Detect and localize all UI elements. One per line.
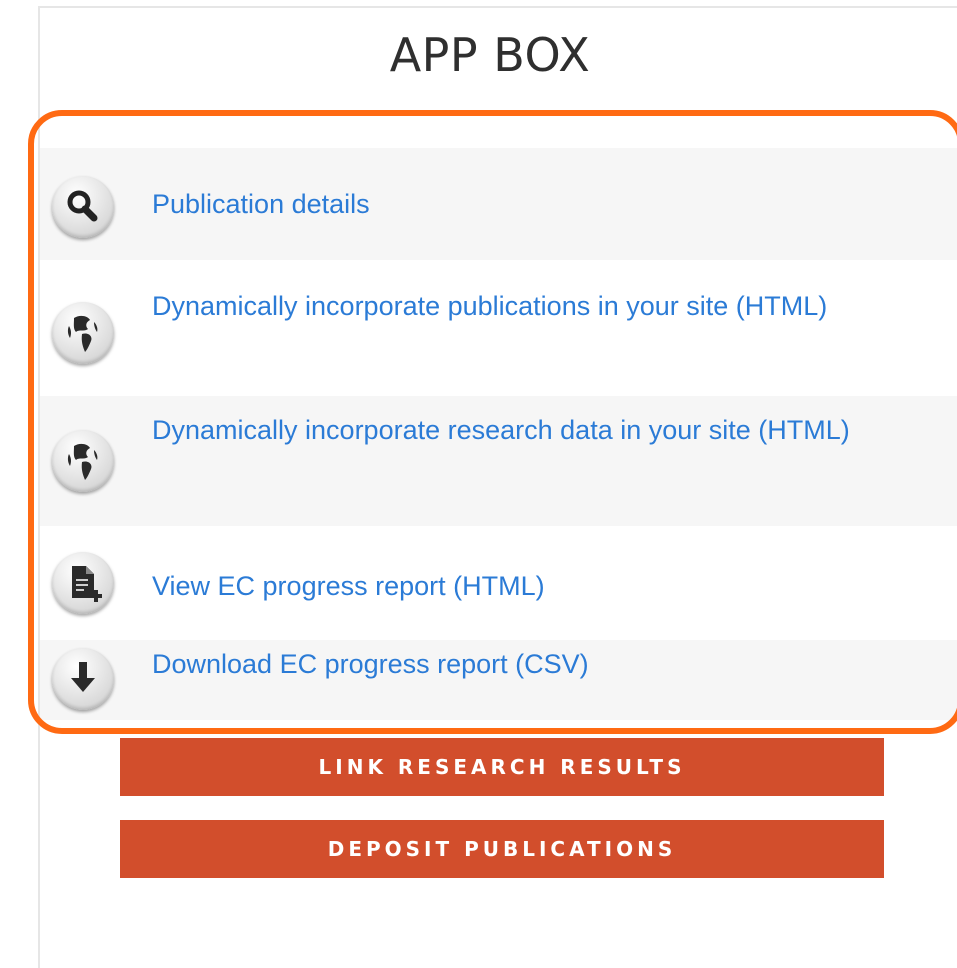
globe-icon[interactable] bbox=[52, 302, 114, 364]
download-arrow-icon[interactable] bbox=[52, 648, 114, 710]
link-research-results-button[interactable]: LINK RESEARCH RESULTS bbox=[120, 738, 884, 796]
add-document-icon[interactable] bbox=[52, 552, 114, 614]
app-item-view-progress-report[interactable]: View EC progress report (HTML) bbox=[40, 526, 957, 640]
app-item-download-progress-report[interactable]: Download EC progress report (CSV) bbox=[40, 640, 957, 720]
incorporate-research-data-link[interactable]: Dynamically incorporate research data in… bbox=[152, 410, 922, 450]
publication-details-link[interactable]: Publication details bbox=[152, 184, 370, 224]
app-box-title: APP BOX bbox=[389, 28, 591, 82]
globe-icon[interactable] bbox=[52, 430, 114, 492]
view-progress-report-link[interactable]: View EC progress report (HTML) bbox=[152, 566, 545, 606]
search-icon[interactable] bbox=[52, 176, 114, 238]
download-progress-report-link[interactable]: Download EC progress report (CSV) bbox=[152, 644, 589, 684]
app-item-publication-details[interactable]: Publication details bbox=[40, 148, 957, 260]
deposit-publications-button[interactable]: DEPOSIT PUBLICATIONS bbox=[120, 820, 884, 878]
app-item-incorporate-research-data[interactable]: Dynamically incorporate research data in… bbox=[40, 396, 957, 526]
incorporate-publications-link[interactable]: Dynamically incorporate publications in … bbox=[152, 286, 922, 326]
app-item-incorporate-publications[interactable]: Dynamically incorporate publications in … bbox=[40, 272, 957, 396]
